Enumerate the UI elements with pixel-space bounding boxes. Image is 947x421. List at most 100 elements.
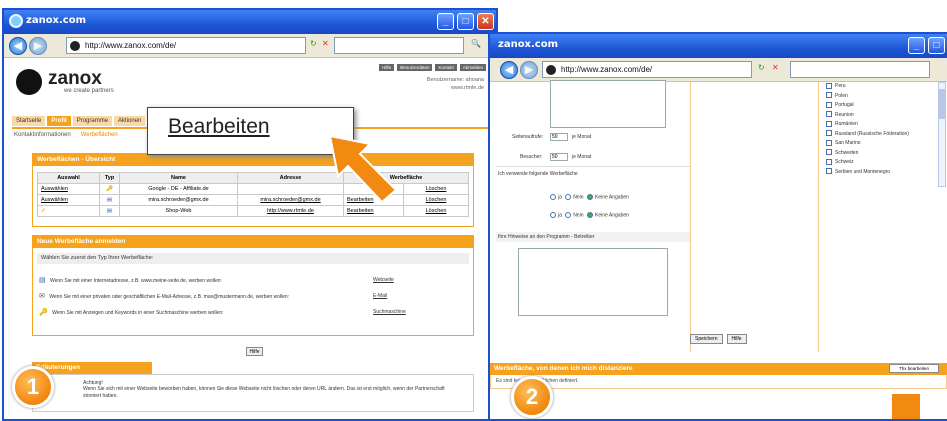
row-delete-link[interactable]: Löschen — [403, 194, 469, 206]
new-panel-title: Neue Werbefläche anmelden — [33, 236, 473, 248]
country-item[interactable]: Portugal — [826, 101, 938, 111]
country-item[interactable]: Reunion — [826, 111, 938, 121]
row-name: Google - DE - Affiliate.de — [119, 183, 238, 195]
country-checkbox[interactable] — [826, 82, 832, 89]
country-checkbox[interactable] — [826, 130, 832, 137]
radio-no[interactable] — [565, 194, 572, 200]
radio-yes[interactable] — [550, 194, 556, 200]
forward-icon[interactable]: ▶ — [29, 37, 47, 55]
stop-icon[interactable]: ✕ — [322, 39, 329, 48]
refresh-icon[interactable]: ↻ — [310, 39, 317, 48]
header-button-logout[interactable]: Abmelden — [459, 64, 486, 71]
radio-none-label: Keine Angaben — [594, 194, 629, 201]
tab-startseite[interactable]: Startseite — [12, 116, 46, 126]
header-button-userdata[interactable]: Benutzerdaten — [397, 64, 433, 71]
row-address[interactable]: http://www.rtmle.de — [237, 205, 344, 217]
maximize-button[interactable]: □ — [928, 37, 945, 54]
radio-yes[interactable] — [550, 212, 556, 218]
option-link-webseite[interactable]: Webseite — [373, 277, 394, 283]
description-textarea[interactable] — [550, 80, 666, 128]
visits-unit: je Monat — [572, 134, 592, 140]
radio-no[interactable] — [565, 212, 572, 218]
ie-icon — [9, 14, 23, 28]
form-divider — [496, 166, 690, 167]
subtab-ad-spaces[interactable]: Werbeflächen — [81, 132, 118, 138]
distanced-edit-button[interactable]: Thx bearbeiten — [889, 364, 939, 373]
country-checkbox[interactable] — [826, 168, 832, 175]
radio-none[interactable] — [586, 194, 593, 200]
country-item[interactable]: Schweden — [826, 149, 938, 159]
callout-edit-link[interactable]: Bearbeiten — [168, 115, 270, 138]
tab-profil[interactable]: Profil — [47, 116, 71, 126]
website-icon: ▤ — [39, 277, 46, 284]
country-item[interactable]: Serbien und Montenegro — [826, 168, 938, 178]
url-input[interactable]: http://www.zanox.com/de/ — [66, 37, 306, 54]
country-label: Russland (Russische Föderation) — [835, 130, 909, 137]
email-icon: ✉ — [39, 293, 45, 300]
header-button-help[interactable]: Hilfe — [379, 64, 395, 71]
new-option-webseite: ▤ Wenn Sie mit einer Internetadresse, z.… — [39, 276, 467, 288]
distanced-panel-title: Werbefläche, von denen ich mich distanzi… — [490, 363, 947, 375]
help-button[interactable]: Hilfe — [726, 334, 747, 344]
notes-box: Achtung! Wenn Sie sich mit einer Webseit… — [32, 374, 474, 412]
notes-text: Wenn Sie sich mit einer Webseite beworbe… — [83, 386, 445, 399]
search-input[interactable] — [334, 37, 464, 54]
country-list: Peru Polen Portugal Reunion Rumänien Rus… — [826, 82, 938, 177]
visitors-unit: je Monat — [572, 154, 592, 160]
country-item[interactable]: Polen — [826, 92, 938, 102]
minimize-button[interactable]: _ — [908, 37, 925, 54]
country-item[interactable]: Rumänien — [826, 120, 938, 130]
row-delete-link[interactable]: Löschen — [403, 205, 469, 217]
row-edit-link[interactable]: Bearbeiten — [343, 205, 404, 217]
country-checkbox[interactable] — [826, 139, 832, 146]
stop-icon[interactable]: ✕ — [772, 63, 779, 72]
help-button[interactable]: Hilfe — [246, 347, 263, 356]
save-button[interactable]: Speichern — [690, 334, 723, 344]
country-scrollbar[interactable] — [938, 82, 946, 187]
visits-input[interactable]: 50 — [550, 133, 568, 141]
maximize-button[interactable]: □ — [457, 13, 474, 30]
forward-icon[interactable]: ▶ — [520, 61, 538, 79]
row-select-link[interactable]: Auswählen — [37, 194, 100, 206]
country-checkbox[interactable] — [826, 120, 832, 127]
option-text: Wenn Sie mit Anzeigen und Keywords in ei… — [52, 310, 224, 316]
search-input[interactable] — [790, 61, 930, 78]
url-input[interactable]: http://www.zanox.com/de/ — [542, 61, 752, 78]
visitors-input[interactable]: 50 — [550, 153, 568, 161]
radio-row-2: ja Nein Keine Angaben — [548, 212, 629, 218]
minimize-button[interactable]: _ — [437, 13, 454, 30]
refresh-icon[interactable]: ↻ — [758, 63, 765, 72]
radio-row-1: ja Nein Keine Angaben — [548, 194, 629, 200]
address-bar: ◀ ▶ http://www.zanox.com/de/ ↻ ✕ 🔍 — [4, 34, 496, 58]
close-button[interactable]: ✕ — [477, 13, 494, 30]
radio-none[interactable] — [586, 212, 593, 218]
country-checkbox[interactable] — [826, 92, 832, 99]
back-icon[interactable]: ◀ — [9, 37, 27, 55]
header-button-contact[interactable]: Kontakt — [435, 64, 457, 71]
country-label: Schweiz — [835, 159, 854, 165]
page-content: Seitenaufrufe: 50 je Monat Besucher: 50 … — [490, 80, 947, 419]
search-engine-type-icon: 🔑 — [99, 183, 120, 195]
country-scroll-thumb[interactable] — [939, 89, 945, 119]
country-item[interactable]: Peru — [826, 82, 938, 92]
subtab-contact-info[interactable]: Kontaktinformationen — [14, 132, 71, 138]
row-select-link[interactable]: Auswählen — [37, 183, 100, 195]
tab-programme[interactable]: Programme — [72, 116, 113, 126]
country-item[interactable]: San Marino — [826, 139, 938, 149]
row-delete-link[interactable]: Löschen — [403, 183, 469, 195]
search-icon[interactable]: 🔍 — [471, 39, 481, 48]
country-label: Peru — [835, 83, 846, 89]
notes-textarea[interactable] — [518, 248, 668, 316]
country-item[interactable]: Russland (Russische Föderation) — [826, 130, 938, 140]
back-icon[interactable]: ◀ — [500, 61, 518, 79]
country-item[interactable]: Schweiz — [826, 158, 938, 168]
option-link-search[interactable]: Suchmaschine — [373, 309, 406, 315]
country-checkbox[interactable] — [826, 158, 832, 165]
country-checkbox[interactable] — [826, 101, 832, 108]
zanox-tagline: we create partners — [64, 88, 114, 94]
pointer-arrow-icon — [328, 134, 398, 204]
option-link-email[interactable]: E-Mail — [373, 293, 387, 299]
tab-aktionen[interactable]: Aktionen — [114, 116, 146, 126]
country-checkbox[interactable] — [826, 149, 832, 156]
country-checkbox[interactable] — [826, 111, 832, 118]
